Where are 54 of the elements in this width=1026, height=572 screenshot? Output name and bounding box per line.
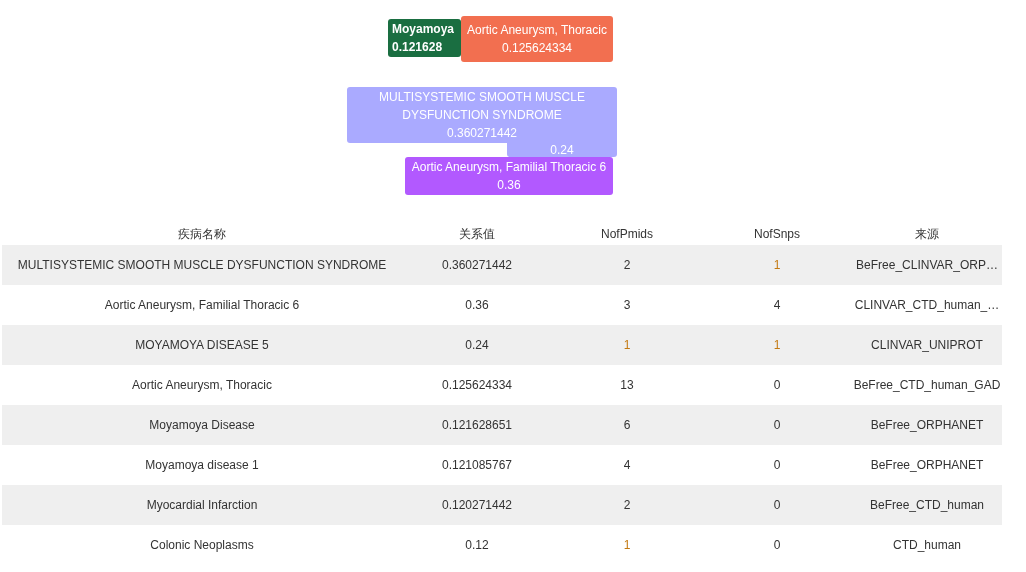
column-header: NofSnps: [754, 227, 800, 241]
table-cell: BeFree_CTD_human: [869, 498, 985, 512]
bubble-name: Moyamoya: [392, 21, 455, 38]
table-cell: 0.36: [465, 298, 489, 312]
table-cell: Aortic Aneurysm, Familial Thoracic 6: [104, 298, 300, 312]
table-cell: 0.12: [465, 538, 489, 552]
table-cell: 3: [623, 298, 631, 312]
table-cell: 4: [623, 458, 631, 472]
column-header: 关系值: [459, 227, 495, 241]
table-cell: 0: [773, 498, 781, 512]
table-cell: CLINVAR_CTD_human_…: [854, 298, 1000, 312]
bubble-name: MULTISYSTEMIC SMOOTH MUSCLE DYSFUNCTION SYNDROME: [378, 89, 586, 124]
table-cell: 13: [620, 378, 634, 392]
table-cell: 0: [773, 538, 781, 552]
table-cell: 0.121085767: [441, 458, 513, 472]
table-cell: 1: [773, 258, 781, 272]
table-cell: MOYAMOYA DISEASE 5: [135, 338, 269, 352]
table-cell: 0.120271442: [441, 498, 513, 512]
table-cell: MULTISYSTEMIC SMOOTH MUSCLE DYSFUNCTION SYNDROME: [17, 258, 387, 272]
table-cell: Myocardial Infarction: [146, 498, 258, 512]
bubble-value: 0.36: [497, 177, 521, 194]
table-cell: 1: [773, 338, 781, 352]
table-cell: BeFree_ORPHANET: [870, 418, 984, 432]
column-header: NofPmids: [601, 227, 653, 241]
bubble-value: 0.360271442: [446, 125, 518, 142]
table-cell: CLINVAR_UNIPROT: [871, 338, 983, 352]
bubble-value: 0.121628: [392, 39, 443, 56]
table-cell: BeFree_CTD_human_GAD: [853, 378, 1001, 392]
table-cell: CTD_human: [893, 538, 961, 552]
table-cell: BeFree_CLINVAR_ORP…: [856, 258, 998, 272]
table-cell: 1: [623, 538, 631, 552]
table-cell: Moyamoya disease 1: [145, 458, 259, 472]
column-header: 疾病名称: [178, 227, 226, 241]
table-cell: 4: [773, 298, 781, 312]
bubble-value: 0.125624334: [501, 40, 573, 57]
column-header: 来源: [915, 227, 939, 241]
table-cell: 0.360271442: [441, 258, 513, 272]
bubble-name: Aortic Aneurysm, Familial Thoracic 6: [411, 159, 607, 176]
table-cell: 0: [773, 458, 781, 472]
table-cell: Aortic Aneurysm, Thoracic: [132, 378, 272, 392]
table-cell: 2: [623, 258, 631, 272]
table-cell: 0: [773, 378, 781, 392]
table-cell: 2: [623, 498, 631, 512]
table-cell: Colonic Neoplasms: [150, 538, 254, 552]
table-cell: 0: [773, 418, 781, 432]
table-cell: 6: [623, 418, 631, 432]
table-cell: 0.121628651: [441, 418, 513, 432]
table-cell: BeFree_ORPHANET: [870, 458, 984, 472]
bubble-name: Aortic Aneurysm, Thoracic: [467, 22, 607, 39]
bubble-value: 0.24: [550, 143, 574, 157]
table-cell: 1: [623, 338, 631, 352]
table-cell: 0.125624334: [441, 378, 513, 392]
table-cell: 0.24: [465, 338, 489, 352]
table-cell: Moyamoya Disease: [149, 418, 255, 432]
